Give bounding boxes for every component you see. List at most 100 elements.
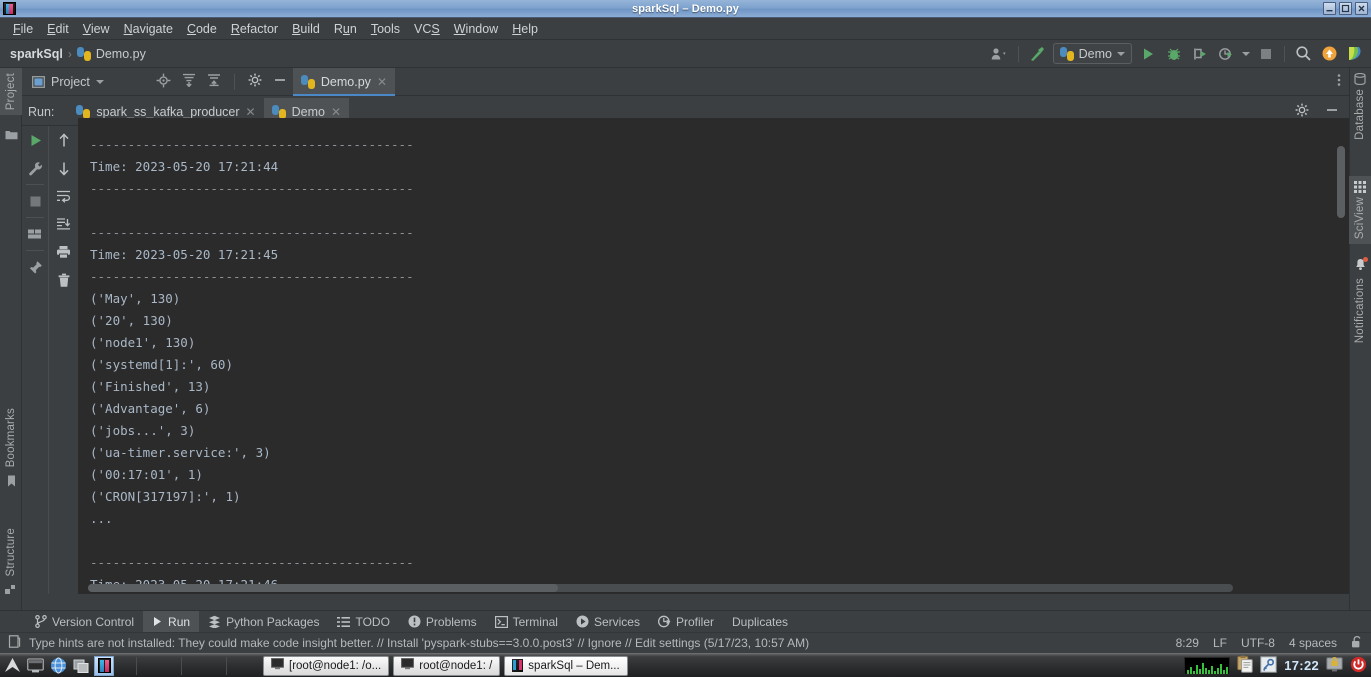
bottom-item-version-control[interactable]: Version Control (26, 611, 143, 633)
user-avatar-icon[interactable] (990, 44, 1010, 64)
toolbar-divider-2 (26, 217, 44, 218)
layout-icon[interactable] (22, 220, 48, 248)
console-horizontal-scrollbar-thumb[interactable] (88, 584, 558, 592)
folder-icon[interactable] (0, 124, 22, 145)
caret-position[interactable]: 8:29 (1176, 636, 1199, 650)
bottom-item-python-packages[interactable]: Python Packages (199, 611, 328, 633)
files-icon[interactable] (71, 656, 91, 676)
menu-run[interactable]: Run (327, 20, 364, 38)
line-separator[interactable]: LF (1213, 636, 1227, 650)
python-config-icon (1059, 46, 1074, 61)
status-message[interactable]: Type hints are not installed: They could… (29, 636, 809, 650)
down-arrow-icon[interactable] (51, 154, 77, 182)
expand-all-icon[interactable] (182, 73, 196, 90)
console-output[interactable]: ----------------------------------------… (78, 126, 1349, 594)
trash-icon[interactable] (51, 266, 77, 294)
console-horizontal-scrollbar[interactable] (88, 584, 1233, 592)
scroll-to-end-icon[interactable] (51, 210, 77, 238)
bottom-item-todo[interactable]: TODO (328, 611, 398, 633)
sidebar-item-project[interactable]: Project (0, 68, 22, 116)
menu-icon[interactable] (2, 656, 22, 676)
stop-icon[interactable] (1256, 44, 1276, 64)
event-log-icon[interactable] (8, 635, 21, 651)
stop-icon[interactable] (22, 187, 48, 215)
menu-build[interactable]: Build (285, 20, 327, 38)
editor-tab-close-icon[interactable]: ✕ (377, 76, 387, 88)
bottom-item-profiler[interactable]: Profiler (649, 611, 723, 633)
project-panel-header: Project Demo.py ✕ (22, 67, 1349, 96)
update-icon[interactable] (1319, 44, 1339, 64)
console-vertical-scrollbar[interactable] (1337, 146, 1345, 218)
project-chevron-down-icon[interactable] (95, 79, 104, 84)
clipboard-icon[interactable] (1237, 655, 1253, 676)
run-coverage-icon[interactable] (1190, 44, 1210, 64)
sidebar-item-notifications[interactable]: Notifications (1349, 253, 1371, 348)
menu-vcs[interactable]: VCS (407, 20, 447, 38)
hide-icon[interactable] (273, 73, 287, 90)
bottom-item-duplicates[interactable]: Duplicates (723, 611, 797, 633)
minimize-button[interactable] (1323, 2, 1336, 15)
menu-window[interactable]: Window (447, 20, 505, 38)
taskbar-window-root-node1-o[interactable]: [root@node1: /o... (263, 655, 390, 676)
run-tab-label: spark_ss_kafka_producer (96, 104, 240, 119)
menu-refactor[interactable]: Refactor (224, 20, 285, 38)
bottom-item-run[interactable]: Run (143, 610, 200, 633)
breadcrumb-project[interactable]: sparkSql (10, 47, 63, 61)
sidebar-item-database-label: Database (1354, 89, 1366, 140)
cpu-graph-icon[interactable] (1184, 656, 1231, 675)
wrench-icon[interactable] (22, 154, 48, 182)
bottom-item-label: Version Control (52, 614, 135, 629)
run-tab-close-icon[interactable]: ✕ (246, 106, 256, 118)
rerun-icon[interactable] (22, 126, 48, 154)
print-icon[interactable] (51, 238, 77, 266)
locate-icon[interactable] (156, 73, 171, 91)
close-button[interactable] (1355, 2, 1368, 15)
editor-tab-demo-py[interactable]: Demo.py ✕ (292, 67, 396, 96)
run-configuration-selector[interactable]: Demo (1052, 43, 1132, 64)
chevron-down-icon (1117, 51, 1125, 56)
hammer-build-icon[interactable] (1027, 44, 1047, 64)
menu-help[interactable]: Help (505, 20, 545, 38)
collapse-all-icon[interactable] (207, 73, 221, 90)
pycharm-icon[interactable] (94, 655, 114, 676)
terminal-icon[interactable] (25, 656, 45, 676)
pin-icon[interactable] (22, 253, 48, 281)
key-icon[interactable] (1260, 655, 1277, 676)
bottom-item-services[interactable]: Services (567, 611, 649, 633)
more-options-icon[interactable] (1337, 73, 1341, 90)
breadcrumb-file[interactable]: Demo.py (96, 47, 146, 61)
menu-file[interactable]: File (6, 20, 40, 38)
menu-navigate[interactable]: Navigate (117, 20, 180, 38)
power-icon[interactable] (1350, 656, 1367, 676)
sidebar-item-bookmarks[interactable]: Bookmarks (0, 403, 22, 492)
menu-view[interactable]: View (76, 20, 117, 38)
bottom-item-terminal[interactable]: Terminal (486, 611, 567, 633)
profile-icon[interactable] (1216, 44, 1236, 64)
indent-setting[interactable]: 4 spaces (1289, 636, 1337, 650)
maximize-button[interactable] (1339, 2, 1352, 15)
tray-clock[interactable]: 17:22 (1284, 658, 1319, 673)
file-encoding[interactable]: UTF-8 (1241, 636, 1275, 650)
bottom-item-problems[interactable]: Problems (399, 611, 486, 633)
unlocked-icon[interactable] (1351, 635, 1363, 652)
menu-tools[interactable]: Tools (364, 20, 407, 38)
run-icon[interactable] (1138, 44, 1158, 64)
debug-icon[interactable] (1164, 44, 1184, 64)
browser-icon[interactable] (48, 656, 68, 676)
taskbar-window-root-node1[interactable]: root@node1: / (393, 655, 501, 676)
menu-edit[interactable]: Edit (40, 20, 76, 38)
ide-icon[interactable] (1345, 44, 1365, 64)
lock-screen-icon[interactable] (1326, 656, 1343, 676)
profile-chevron-down-icon[interactable] (1242, 51, 1250, 56)
settings-icon[interactable] (248, 73, 262, 90)
sidebar-item-structure[interactable]: Structure (0, 523, 22, 601)
soft-wrap-icon[interactable] (51, 182, 77, 210)
search-icon[interactable] (1293, 44, 1313, 64)
up-arrow-icon[interactable] (51, 126, 77, 154)
sidebar-item-sciview[interactable]: SciView (1349, 176, 1371, 245)
project-panel-button[interactable]: Project (22, 75, 112, 89)
menu-code[interactable]: Code (180, 20, 224, 38)
sidebar-item-database[interactable]: Database (1349, 68, 1371, 145)
run-tab-close-icon-2[interactable]: ✕ (331, 106, 341, 118)
taskbar-window-sparksql[interactable]: sparkSql – Dem... (504, 655, 628, 676)
